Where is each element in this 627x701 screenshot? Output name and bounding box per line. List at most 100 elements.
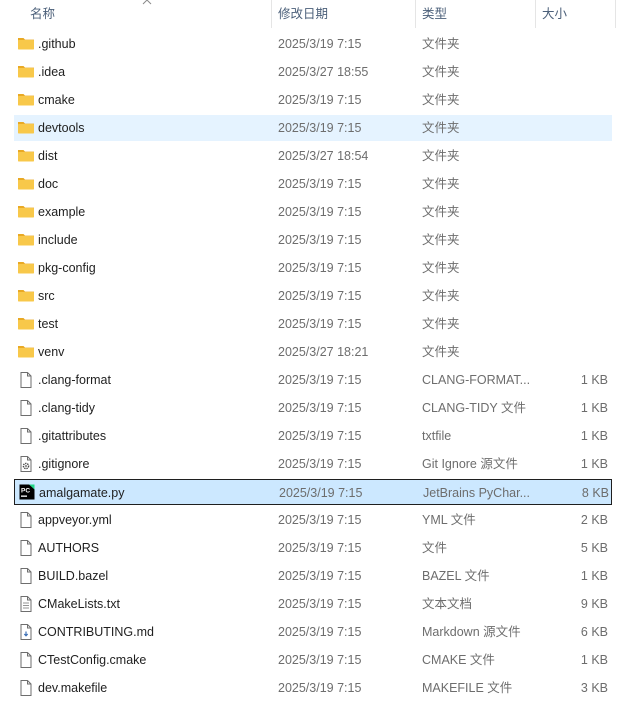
file-size — [534, 59, 608, 85]
file-row[interactable]: .clang-format 2025/3/19 7:15 CLANG-FORMAT.… — [14, 367, 612, 393]
file-row[interactable]: CONTRIBUTING.md 2025/3/19 7:15 Markdown 源文… — [14, 619, 612, 645]
file-name: src — [38, 289, 55, 303]
file-size: 8 KB — [581, 486, 609, 500]
file-type: 文件夹 — [422, 65, 460, 79]
file-name: .idea — [38, 65, 66, 79]
file-type: 文件夹 — [422, 37, 460, 51]
file-row[interactable]: appveyor.yml 2025/3/19 7:15 YML 文件 2 KB — [14, 507, 612, 533]
file-row[interactable]: dist 2025/3/27 18:54 文件夹 — [14, 143, 612, 169]
file-name: dist — [38, 149, 58, 163]
folder-icon — [17, 31, 35, 57]
column-divider[interactable] — [615, 0, 616, 28]
file-name: appveyor.yml — [38, 513, 112, 527]
file-type: BAZEL 文件 — [422, 569, 490, 583]
file-type: txtfile — [422, 429, 452, 443]
file-icon — [17, 535, 35, 561]
file-name: CMakeLists.txt — [38, 597, 120, 611]
file-type: 文件夹 — [422, 289, 460, 303]
sort-ascending-icon — [142, 0, 152, 5]
file-icon — [17, 423, 35, 449]
file-size — [534, 311, 608, 337]
file-row[interactable]: PC amalgamate.py 2025/3/19 7:15 JetBrains P… — [14, 479, 612, 505]
file-icon — [17, 675, 35, 701]
file-name: pkg-config — [38, 261, 96, 275]
file-type: 文件夹 — [422, 317, 460, 331]
file-modified-date: 2025/3/19 7:15 — [278, 373, 362, 387]
file-name: .clang-format — [38, 373, 111, 387]
file-type: 文件夹 — [422, 121, 460, 135]
file-size — [534, 227, 608, 253]
file-size — [534, 171, 608, 197]
file-modified-date: 2025/3/19 7:15 — [278, 513, 362, 527]
file-modified-date: 2025/3/19 7:15 — [278, 569, 362, 583]
file-icon — [17, 367, 35, 393]
file-row[interactable]: dev.makefile 2025/3/19 7:15 MAKEFILE 文件 3 K… — [14, 675, 612, 701]
folder-icon — [17, 227, 35, 253]
file-name: .clang-tidy — [38, 401, 95, 415]
file-modified-date: 2025/3/19 7:15 — [278, 681, 362, 695]
file-type: 文本文档 — [422, 597, 473, 611]
file-type: 文件夹 — [422, 345, 460, 359]
file-size: 6 KB — [580, 625, 608, 639]
folder-icon — [17, 171, 35, 197]
file-name: cmake — [38, 93, 75, 107]
file-size — [534, 199, 608, 225]
gear-file-icon — [17, 451, 35, 477]
file-row[interactable]: test 2025/3/19 7:15 文件夹 — [14, 311, 612, 337]
file-modified-date: 2025/3/19 7:15 — [278, 597, 362, 611]
column-header-date[interactable]: 修改日期 — [278, 0, 414, 28]
file-name: test — [38, 317, 59, 331]
file-row[interactable]: .clang-tidy 2025/3/19 7:15 CLANG-TIDY 文件 1 … — [14, 395, 612, 421]
file-modified-date: 2025/3/19 7:15 — [278, 401, 362, 415]
file-row[interactable]: .gitattributes 2025/3/19 7:15 txtfile 1 KB — [14, 423, 612, 449]
file-row[interactable]: example 2025/3/19 7:15 文件夹 — [14, 199, 612, 225]
file-size: 1 KB — [580, 429, 608, 443]
file-row[interactable]: CMakeLists.txt 2025/3/19 7:15 文本文档 9 KB — [14, 591, 612, 617]
file-type: MAKEFILE 文件 — [422, 681, 513, 695]
file-row[interactable]: cmake 2025/3/19 7:15 文件夹 — [14, 87, 612, 113]
file-row[interactable]: doc 2025/3/19 7:15 文件夹 — [14, 171, 612, 197]
file-row[interactable]: .gitignore 2025/3/19 7:15 Git Ignore 源文件 1 … — [14, 451, 612, 477]
file-row[interactable]: BUILD.bazel 2025/3/19 7:15 BAZEL 文件 1 KB — [14, 563, 612, 589]
file-modified-date: 2025/3/19 7:15 — [279, 486, 363, 500]
file-size: 1 KB — [580, 373, 608, 387]
file-row[interactable]: devtools 2025/3/19 7:15 文件夹 — [14, 115, 612, 141]
column-header-type[interactable]: 类型 — [422, 0, 534, 28]
file-type: 文件夹 — [422, 149, 460, 163]
column-divider[interactable] — [271, 0, 272, 28]
file-modified-date: 2025/3/27 18:54 — [278, 149, 369, 163]
file-type: Markdown 源文件 — [422, 625, 521, 639]
file-size: 1 KB — [580, 569, 608, 583]
file-modified-date: 2025/3/27 18:21 — [278, 345, 369, 359]
file-size — [534, 143, 608, 169]
file-type: 文件夹 — [422, 93, 460, 107]
file-name: CONTRIBUTING.md — [38, 625, 154, 639]
column-divider[interactable] — [535, 0, 536, 28]
file-type: 文件 — [422, 541, 448, 555]
file-modified-date: 2025/3/19 7:15 — [278, 457, 362, 471]
column-header-size[interactable]: 大小 — [542, 0, 614, 28]
file-row[interactable]: pkg-config 2025/3/19 7:15 文件夹 — [14, 255, 612, 281]
file-modified-date: 2025/3/19 7:15 — [278, 93, 362, 107]
file-row[interactable]: venv 2025/3/27 18:21 文件夹 — [14, 339, 612, 365]
file-type: 文件夹 — [422, 205, 460, 219]
file-name: .github — [38, 37, 76, 51]
file-name: CTestConfig.cmake — [38, 653, 147, 667]
column-divider[interactable] — [415, 0, 416, 28]
file-row[interactable]: include 2025/3/19 7:15 文件夹 — [14, 227, 612, 253]
file-modified-date: 2025/3/19 7:15 — [278, 233, 362, 247]
file-name: venv — [38, 345, 65, 359]
file-row[interactable]: src 2025/3/19 7:15 文件夹 — [14, 283, 612, 309]
file-icon — [17, 647, 35, 673]
file-row[interactable]: .idea 2025/3/27 18:55 文件夹 — [14, 59, 612, 85]
file-row[interactable]: AUTHORS 2025/3/19 7:15 文件 5 KB — [14, 535, 612, 561]
file-type: YML 文件 — [422, 513, 476, 527]
folder-icon — [17, 199, 35, 225]
folder-icon — [17, 255, 35, 281]
file-name: doc — [38, 177, 59, 191]
file-row[interactable]: .github 2025/3/19 7:15 文件夹 — [14, 31, 612, 57]
file-row[interactable]: CTestConfig.cmake 2025/3/19 7:15 CMAKE 文件 1… — [14, 647, 612, 673]
folder-icon — [17, 115, 35, 141]
column-header: 名称 修改日期 类型 大小 — [0, 0, 627, 28]
file-name: .gitattributes — [38, 429, 107, 443]
